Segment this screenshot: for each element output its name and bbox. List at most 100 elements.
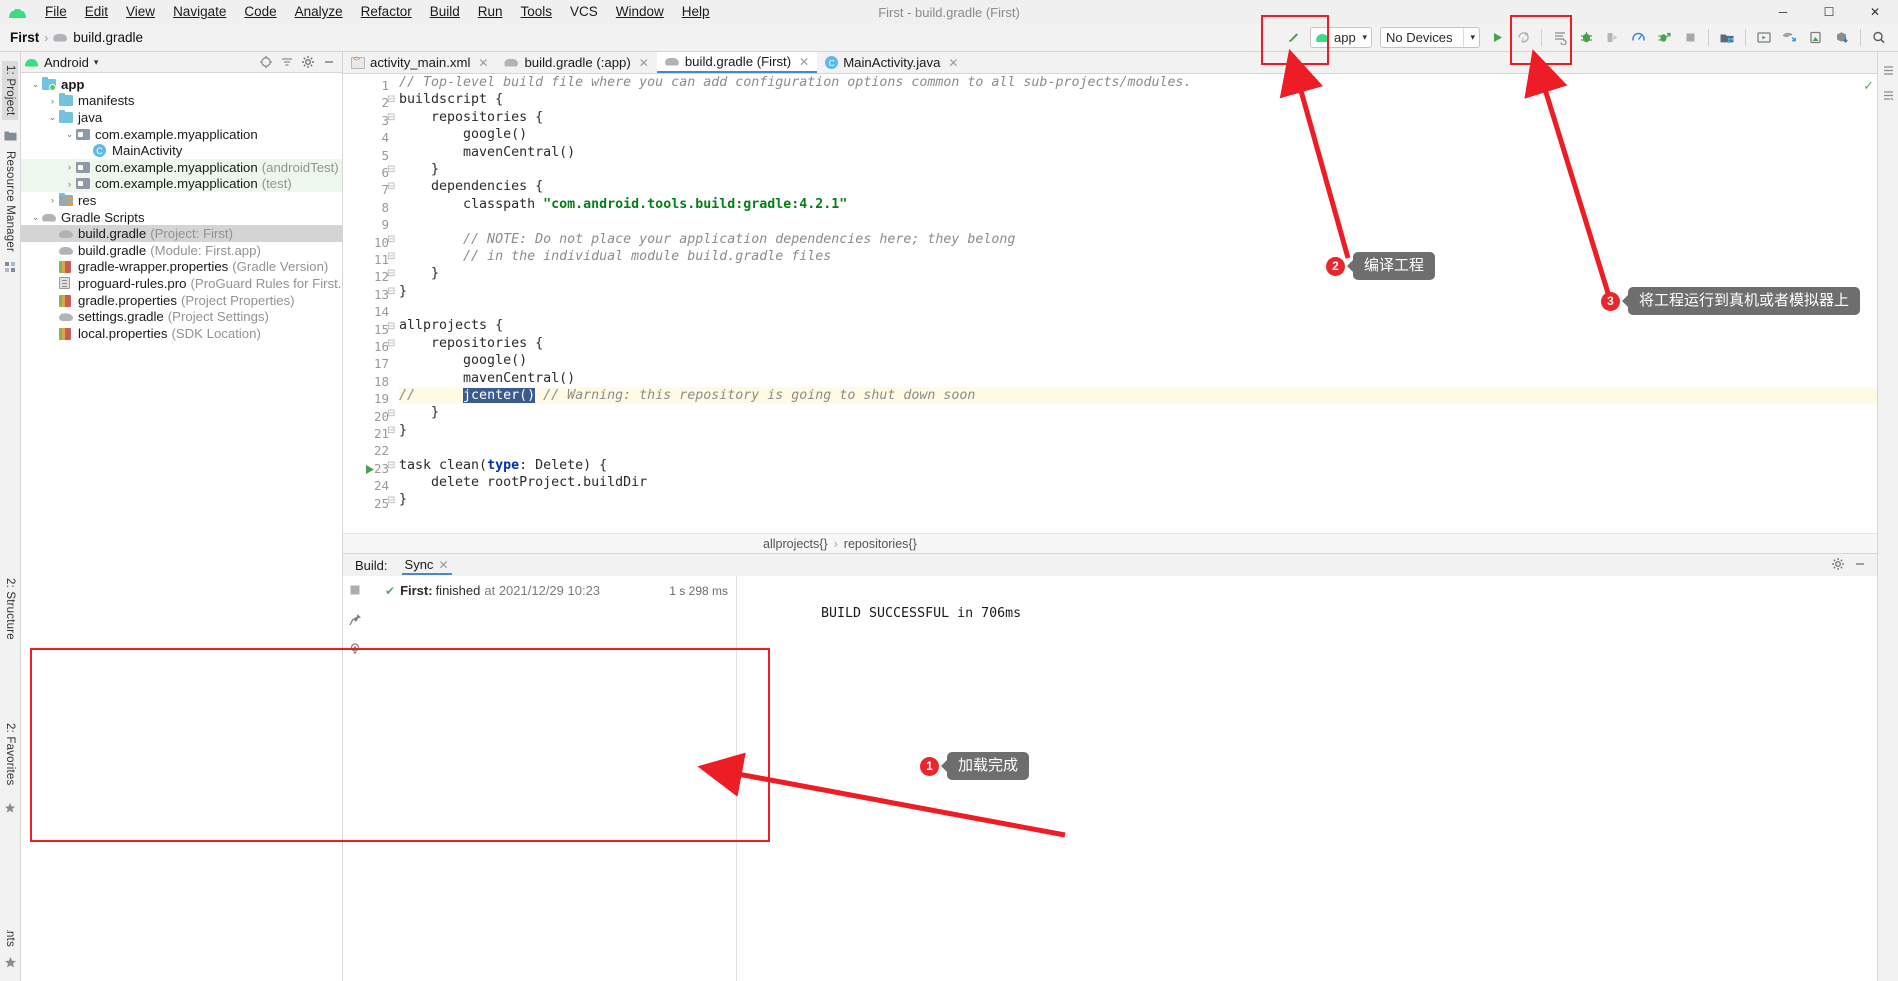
menu-file[interactable]: File	[36, 1, 76, 23]
download-component-button[interactable]	[1829, 26, 1855, 50]
collapse-right-icon[interactable]	[1882, 64, 1895, 77]
close-icon[interactable]: ✕	[639, 56, 649, 70]
apply-changes-button[interactable]: A	[1510, 26, 1536, 50]
avd-manager-button[interactable]	[1751, 26, 1777, 50]
breadcrumb-project[interactable]: First	[10, 30, 39, 45]
toggle-list-icon[interactable]	[1882, 89, 1895, 102]
tree-item-mainactivity[interactable]: C MainActivity	[21, 142, 342, 159]
menu-code[interactable]: Code	[235, 1, 285, 23]
debug-button[interactable]	[1573, 26, 1599, 50]
scroll-from-source-icon[interactable]	[256, 53, 275, 72]
rail-tab-resource-manager[interactable]: Resource Manager	[4, 151, 16, 252]
tree-item-com-example-myapplication[interactable]: › com.example.myapplication (androidTest)	[21, 158, 342, 176]
tree-item-build-gradle[interactable]: build.gradle (Module: First.app)	[21, 242, 342, 259]
maximize-button[interactable]: ☐	[1806, 0, 1852, 24]
tree-item-settings-gradle[interactable]: settings.gradle (Project Settings)	[21, 308, 342, 325]
breadcrumb-file[interactable]: build.gradle	[73, 30, 143, 45]
menu-navigate[interactable]: Navigate	[164, 1, 235, 23]
chevron-down-icon[interactable]: ⌄	[29, 79, 42, 90]
chevron-right-icon[interactable]: ›	[46, 96, 59, 106]
chevron-down-icon[interactable]: ⌄	[46, 112, 59, 123]
device-selector-combo[interactable]: No Devices ▾	[1380, 27, 1480, 48]
rail-tab-project[interactable]: 1: Project	[2, 61, 18, 120]
sync-gradle-button[interactable]	[1777, 26, 1803, 50]
rail-tab-structure[interactable]: 2: Structure	[4, 578, 16, 640]
chevron-down-icon[interactable]: ▾	[94, 57, 99, 68]
build-output-console[interactable]: BUILD SUCCESSFUL in 706ms	[737, 576, 1877, 981]
attach-process-button[interactable]	[1651, 26, 1677, 50]
hide-panel-icon[interactable]	[1853, 557, 1867, 574]
build-tab-sync[interactable]: Sync ✕	[401, 555, 452, 575]
close-icon[interactable]: ✕	[799, 55, 809, 69]
build-event-row[interactable]: ✔ First: finished at 2021/12/29 10:23 1 …	[367, 581, 736, 600]
code-editor[interactable]: 1 2 ⊟ 3 ⊟ 4 5 6 ⊟ 7 ⊟ 8 9 10 ⊟ 11 ⊟ 12 ⊟ 13 ⊟ 14 15 ⊟ 16 ⊟ 17 18 19 2…	[343, 74, 1877, 533]
project-tree[interactable]: ⌄ app › manifests ⌄ java ⌄ com.example.myapplic…	[21, 73, 342, 981]
gear-icon[interactable]	[1831, 557, 1845, 574]
breadcrumb-repositories[interactable]: repositories{}	[844, 537, 917, 551]
rail-tab-favorites[interactable]: 2: Favorites	[4, 723, 16, 785]
menu-vcs[interactable]: VCS	[561, 1, 607, 23]
gear-icon[interactable]	[298, 53, 317, 72]
attach-debugger-button[interactable]	[1547, 26, 1573, 50]
run-gutter-icon[interactable]	[365, 463, 375, 478]
menu-tools[interactable]: Tools	[512, 1, 562, 23]
close-icon[interactable]: ✕	[438, 558, 448, 572]
tree-item-build-gradle[interactable]: build.gradle (Project: First)	[21, 225, 342, 242]
tree-item-manifests[interactable]: › manifests	[21, 93, 342, 110]
tree-item-com-example-myapplication[interactable]: ⌄ com.example.myapplication	[21, 126, 342, 143]
menu-run[interactable]: Run	[469, 1, 512, 23]
code-content[interactable]: // Top-level build file where you can ad…	[395, 74, 1877, 533]
project-view-selector[interactable]: Android	[44, 55, 89, 70]
chevron-down-icon[interactable]: ⌄	[29, 212, 42, 223]
run-configuration-combo[interactable]: app ▾	[1310, 27, 1372, 48]
tree-item-proguard-rules-pro[interactable]: proguard-rules.pro (ProGuard Rules for Fi…	[21, 275, 342, 292]
pin-icon[interactable]	[348, 613, 362, 626]
editor-column: activity_main.xml✕build.gradle (:app)✕bu…	[343, 52, 1877, 981]
editor-tab-build-gradle-first[interactable]: build.gradle (First) ✕	[656, 52, 818, 73]
menu-window[interactable]: Window	[607, 1, 673, 23]
menu-help[interactable]: Help	[673, 1, 719, 23]
tree-item-gradle-wrapper-properties[interactable]: gradle-wrapper.properties (Gradle Version…	[21, 259, 342, 276]
close-button[interactable]: ✕	[1852, 0, 1898, 24]
tree-item-com-example-myapplication[interactable]: › com.example.myapplication (test)	[21, 175, 342, 193]
tree-item-app[interactable]: ⌄ app	[21, 76, 342, 93]
menu-analyze[interactable]: Analyze	[286, 1, 352, 23]
editor-tabs[interactable]: activity_main.xml✕build.gradle (:app)✕bu…	[343, 52, 1877, 74]
tree-item-gradle-scripts[interactable]: ⌄ Gradle Scripts	[21, 209, 342, 226]
make-project-button[interactable]	[1280, 26, 1306, 50]
search-everywhere-button[interactable]	[1866, 26, 1892, 50]
minimize-button[interactable]: ─	[1760, 0, 1806, 24]
menu-view[interactable]: View	[117, 1, 164, 23]
tree-item-local-properties[interactable]: local.properties (SDK Location)	[21, 325, 342, 342]
filter-icon[interactable]	[349, 642, 362, 655]
sdk-manager-button[interactable]	[1714, 26, 1740, 50]
profiler-button[interactable]	[1625, 26, 1651, 50]
chevron-right-icon[interactable]: ›	[46, 195, 59, 205]
tree-item-res[interactable]: › res	[21, 192, 342, 209]
editor-tab-mainactivity-java[interactable]: C MainActivity.java ✕	[817, 52, 966, 73]
tree-item-gradle-properties[interactable]: gradle.properties (Project Properties)	[21, 292, 342, 309]
tree-item-java[interactable]: ⌄ java	[21, 109, 342, 126]
editor-tab-activity-main-xml[interactable]: activity_main.xml ✕	[343, 52, 496, 73]
run-with-coverage-button[interactable]	[1599, 26, 1625, 50]
folder-module-icon	[42, 76, 57, 91]
chevron-down-icon[interactable]: ⌄	[63, 129, 76, 140]
close-icon[interactable]: ✕	[948, 56, 958, 70]
layout-inspector-button[interactable]	[1803, 26, 1829, 50]
build-events-list[interactable]: ✔ First: finished at 2021/12/29 10:23 1 …	[367, 576, 737, 981]
hide-panel-icon[interactable]	[319, 53, 338, 72]
stop-button[interactable]	[1677, 26, 1703, 50]
chevron-right-icon[interactable]: ›	[63, 162, 76, 172]
stop-icon[interactable]	[349, 584, 362, 597]
menu-refactor[interactable]: Refactor	[352, 1, 421, 23]
menu-edit[interactable]: Edit	[76, 1, 117, 23]
breadcrumb-allprojects[interactable]: allprojects{}	[763, 537, 828, 551]
editor-tab-build-gradle-app[interactable]: build.gradle (:app) ✕	[496, 52, 656, 73]
collapse-all-icon[interactable]	[277, 53, 296, 72]
menu-build[interactable]: Build	[421, 1, 469, 23]
chevron-right-icon[interactable]: ›	[63, 179, 76, 189]
close-icon[interactable]: ✕	[478, 56, 488, 70]
build-event-name: First:	[400, 583, 433, 598]
run-button[interactable]	[1484, 26, 1510, 50]
menu-bar[interactable]: File Edit View Navigate Code Analyze Ref…	[36, 1, 719, 23]
